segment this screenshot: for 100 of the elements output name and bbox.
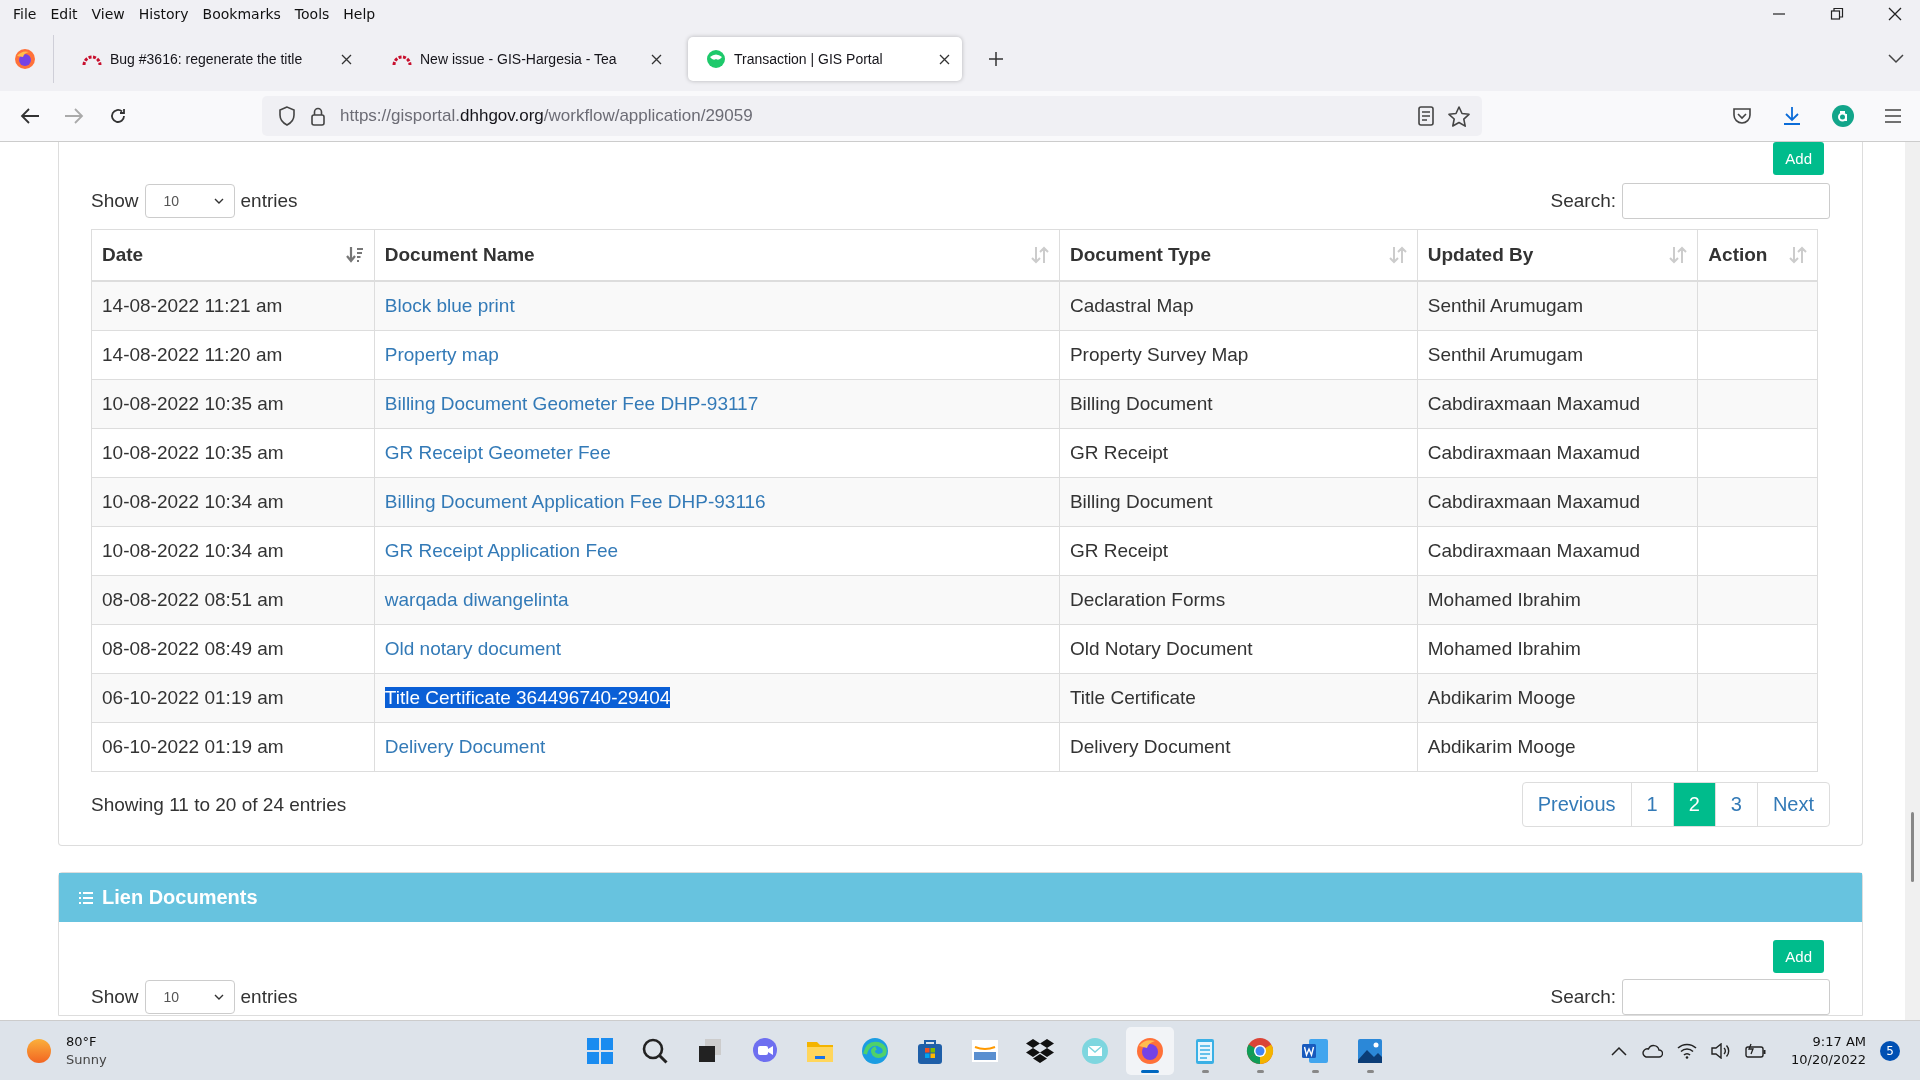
address-bar[interactable]: https://gisportal.dhhgov.org/workflow/application/29059 xyxy=(262,96,1482,136)
updated-by-cell: Abdikarim Mooge xyxy=(1417,722,1698,772)
close-tab-icon[interactable] xyxy=(651,53,662,65)
date-cell: 08-08-2022 08:49 am xyxy=(91,624,375,674)
url-text: https://gisportal.dhhgov.org/workflow/application/29059 xyxy=(340,106,753,126)
date-cell: 14-08-2022 11:20 am xyxy=(91,330,375,380)
search-label: Search: xyxy=(1550,190,1616,212)
clock-date: 10/20/2022 xyxy=(1791,1052,1866,1067)
chevron-down-icon xyxy=(213,197,224,205)
clock[interactable]: 9:17 AM 10/20/2022 xyxy=(1791,1034,1866,1067)
browser-tab[interactable]: New issue - GIS-Hargesia - Tea xyxy=(374,37,674,81)
reader-view-icon[interactable] xyxy=(1418,106,1434,126)
pocket-icon[interactable] xyxy=(1732,107,1752,125)
chevron-down-icon xyxy=(213,993,224,1001)
section-title: Lien Documents xyxy=(102,886,258,909)
search-field[interactable] xyxy=(1622,979,1830,1015)
close-tab-icon[interactable] xyxy=(341,53,352,65)
search-label: Search: xyxy=(1550,986,1616,1008)
document-link[interactable]: Delivery Document xyxy=(384,736,546,757)
updated-by-cell: Abdikarim Mooge xyxy=(1417,673,1698,723)
date-cell: 14-08-2022 11:21 am xyxy=(91,281,375,331)
updated-by-cell: Cabdiraxmaan Maxamud xyxy=(1417,526,1698,576)
entries-label: entries xyxy=(240,986,298,1008)
document-link[interactable]: warqada diwangelinta xyxy=(384,589,569,610)
date-cell: 08-08-2022 08:51 am xyxy=(91,575,375,625)
new-tab-icon[interactable] xyxy=(988,51,1004,67)
updated-by-cell: Cabdiraxmaan Maxamud xyxy=(1417,428,1698,478)
document-type-cell: GR Receipt xyxy=(1059,526,1418,576)
document-type-cell: Declaration Forms xyxy=(1059,575,1418,625)
firefox-icon[interactable] xyxy=(14,48,36,70)
tab-list-icon[interactable] xyxy=(1888,54,1904,64)
wifi-icon[interactable] xyxy=(1677,1042,1698,1059)
date-cell: 10-08-2022 10:35 am xyxy=(91,379,375,429)
document-type-cell: Cadastral Map xyxy=(1059,281,1418,331)
scrollbar-thumb[interactable] xyxy=(1911,812,1914,882)
shield-icon[interactable] xyxy=(278,106,296,126)
entries-info: Showing 11 to 20 of 24 entries xyxy=(91,793,347,816)
account-icon[interactable] xyxy=(1832,105,1854,127)
date-cell: 06-10-2022 01:19 am xyxy=(91,722,375,772)
battery-icon[interactable] xyxy=(1745,1042,1768,1059)
document-type-cell: Delivery Document xyxy=(1059,722,1418,772)
menu-item[interactable]: Help xyxy=(336,5,383,22)
pagination-button[interactable]: 3 xyxy=(1714,783,1757,826)
date-cell: 06-10-2022 01:19 am xyxy=(91,673,375,723)
show-label: Show xyxy=(91,190,139,212)
lock-icon[interactable] xyxy=(310,106,326,126)
document-type-cell: Title Certificate xyxy=(1059,673,1418,723)
volume-icon[interactable] xyxy=(1711,1042,1732,1059)
pagination-button[interactable]: Previous xyxy=(1522,783,1631,826)
chevron-up-icon[interactable] xyxy=(1611,1045,1628,1056)
menu-item[interactable]: Bookmarks xyxy=(195,5,288,22)
notification-badge[interactable]: 5 xyxy=(1880,1040,1900,1061)
document-link[interactable]: Property map xyxy=(384,344,499,365)
pagination-button[interactable]: 1 xyxy=(1630,783,1673,826)
document-link[interactable]: GR Receipt Geometer Fee xyxy=(384,442,611,463)
cloud-icon[interactable] xyxy=(1641,1043,1664,1058)
document-link[interactable]: Block blue print xyxy=(384,295,515,316)
search-field[interactable] xyxy=(1622,183,1830,219)
browser-tab[interactable]: Bug #3616: regenerate the title xyxy=(64,37,364,81)
document-type-cell: Billing Document xyxy=(1059,477,1418,527)
temperature: 80°F xyxy=(66,1034,98,1049)
back-icon[interactable] xyxy=(20,107,40,125)
close-tab-icon[interactable] xyxy=(939,53,950,65)
menu-item[interactable]: Tools xyxy=(287,5,337,22)
updated-by-cell: Cabdiraxmaan Maxamud xyxy=(1417,477,1698,527)
updated-by-cell: Senthil Arumugam xyxy=(1417,281,1698,331)
document-type-cell: Billing Document xyxy=(1059,379,1418,429)
menu-item[interactable]: File xyxy=(6,5,44,22)
sun-icon xyxy=(26,1037,52,1064)
clock-time: 9:17 AM xyxy=(1812,1034,1866,1049)
bookmark-star-icon[interactable] xyxy=(1448,105,1470,127)
globe-icon xyxy=(706,49,726,69)
page-size-select[interactable]: 10 xyxy=(144,980,235,1014)
entries-label: entries xyxy=(240,190,298,212)
updated-by-cell: Cabdiraxmaan Maxamud xyxy=(1417,379,1698,429)
document-type-cell: GR Receipt xyxy=(1059,428,1418,478)
browser-tab[interactable]: Transaction | GIS Portal xyxy=(688,37,962,81)
document-link[interactable]: Title Certificate 364496740-29404 xyxy=(384,687,671,708)
menu-icon[interactable] xyxy=(1884,108,1902,124)
document-type-cell: Old Notary Document xyxy=(1059,624,1418,674)
menu-item[interactable]: History xyxy=(131,5,196,22)
weather-condition: Sunny xyxy=(66,1052,107,1067)
updated-by-cell: Mohamed Ibrahim xyxy=(1417,575,1698,625)
reload-icon[interactable] xyxy=(108,106,128,126)
download-icon[interactable] xyxy=(1782,106,1802,126)
menu-item[interactable]: Edit xyxy=(43,5,85,22)
pagination-button[interactable]: Next xyxy=(1756,783,1829,826)
list-icon xyxy=(79,891,93,904)
page-size-select[interactable]: 10 xyxy=(144,184,235,218)
updated-by-cell: Mohamed Ibrahim xyxy=(1417,624,1698,674)
date-cell: 10-08-2022 10:34 am xyxy=(91,477,375,527)
close-icon[interactable] xyxy=(1888,6,1902,21)
date-cell: 10-08-2022 10:35 am xyxy=(91,428,375,478)
restore-icon[interactable] xyxy=(1830,6,1844,21)
document-type-cell: Property Survey Map xyxy=(1059,330,1418,380)
document-link[interactable]: GR Receipt Application Fee xyxy=(384,540,619,561)
menu-item[interactable]: View xyxy=(84,5,132,22)
document-link[interactable]: Old notary document xyxy=(384,638,562,659)
updated-by-cell: Senthil Arumugam xyxy=(1417,330,1698,380)
show-label: Show xyxy=(91,986,139,1008)
